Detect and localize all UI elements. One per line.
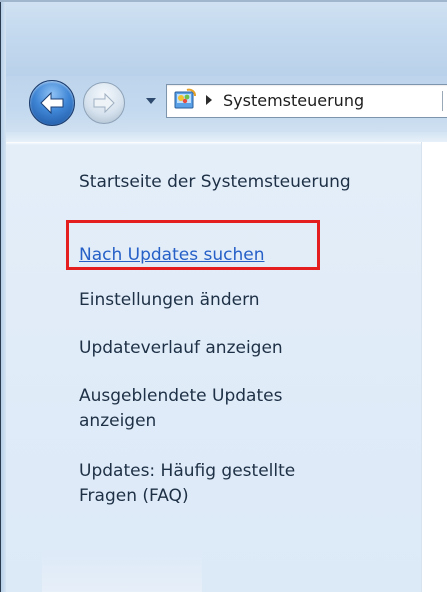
chevron-down-icon[interactable]: [144, 94, 158, 108]
control-panel-home-link[interactable]: Startseite der Systemsteuerung: [79, 170, 351, 195]
chevron-right-icon[interactable]: [205, 95, 213, 105]
breadcrumb-item[interactable]: Systemsteuerung: [223, 91, 364, 110]
address-bar[interactable]: Systemsteuerung: [166, 84, 447, 118]
forward-arrow-icon: [93, 92, 115, 114]
title-bar: [6, 2, 447, 76]
task-pane-fade: [42, 548, 202, 592]
task-pane: [6, 142, 421, 592]
breadcrumb-separator: [442, 91, 443, 111]
control-panel-icon: [174, 88, 196, 109]
updates-faq-link[interactable]: Updates: Häufig gestellte Fragen (FAQ): [79, 459, 295, 509]
back-arrow-icon: [40, 91, 64, 115]
change-settings-link[interactable]: Einstellungen ändern: [79, 288, 260, 313]
link-line: Ausgeblendete Updates: [79, 386, 283, 406]
forward-button[interactable]: [83, 82, 125, 124]
restore-hidden-updates-link[interactable]: Ausgeblendete Updates anzeigen: [79, 384, 282, 434]
nav-divider: [6, 132, 447, 142]
window: Systemsteuerung Startseite der Systemste…: [0, 0, 447, 592]
link-line: anzeigen: [79, 411, 157, 431]
main-content: [421, 142, 447, 592]
back-button[interactable]: [29, 80, 75, 126]
highlight-annotation: [66, 220, 320, 270]
link-line: Updates: Häufig gestellte: [79, 461, 296, 481]
link-line: Fragen (FAQ): [79, 486, 189, 506]
view-update-history-link[interactable]: Updateverlauf anzeigen: [79, 336, 283, 361]
